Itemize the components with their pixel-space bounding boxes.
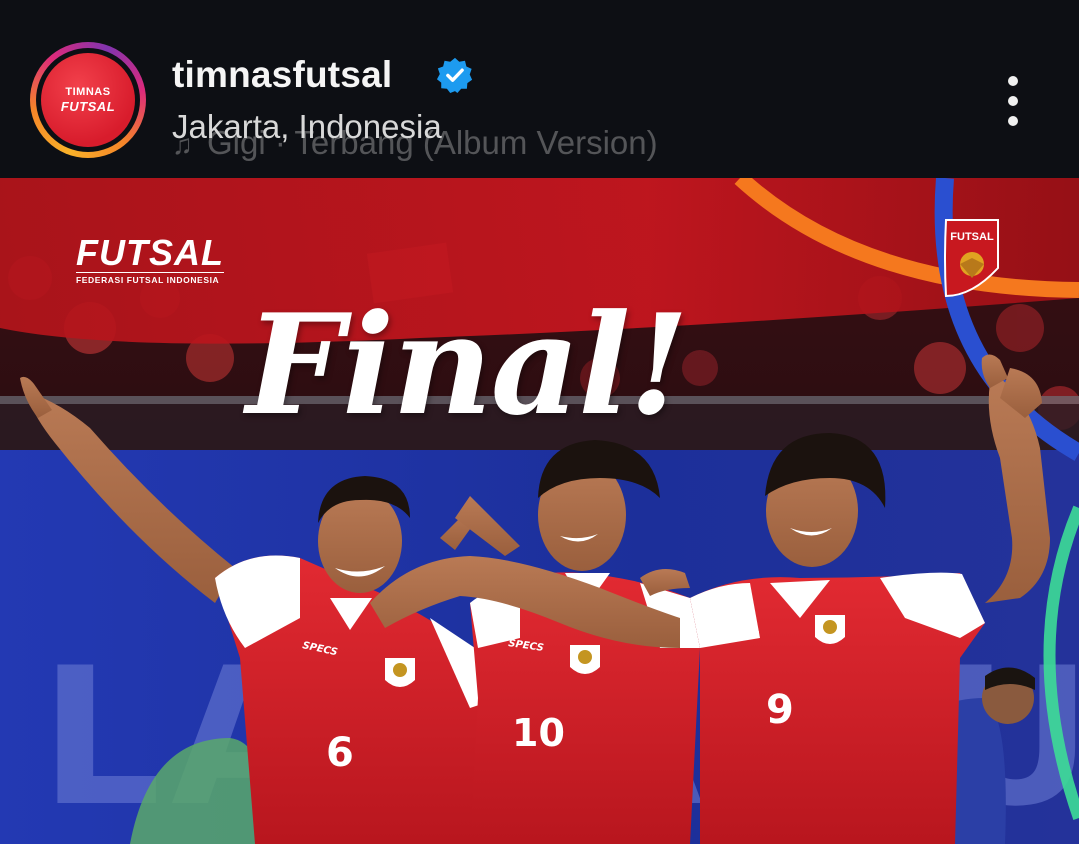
player-6-number: 6 <box>326 730 354 776</box>
avatar-logo: TIMNAS FUTSAL <box>41 53 135 147</box>
avatar-logo-line1: TIMNAS <box>65 86 111 98</box>
verified-badge-icon <box>436 57 473 94</box>
player-10-number: 10 <box>512 711 565 755</box>
username-link[interactable]: timnasfutsal <box>172 54 392 96</box>
player-9-number: 9 <box>766 687 794 733</box>
more-vertical-icon <box>1008 76 1018 86</box>
federation-logo: FUTSAL FEDERASI FUTSAL INDONESIA <box>76 232 224 285</box>
avatar-logo-line2: FUTSAL <box>60 99 116 114</box>
profile-avatar[interactable]: TIMNAS FUTSAL <box>30 42 146 158</box>
instagram-post-screen: TIMNAS FUTSAL timnasfutsal ♫ Gigi · Terba… <box>0 0 1079 844</box>
location-link[interactable]: Jakarta, Indonesia <box>172 108 442 146</box>
post-image[interactable]: LASIA CUP FUTSAL <box>0 178 1079 844</box>
federation-logo-title: FUTSAL <box>76 232 224 273</box>
post-header: TIMNAS FUTSAL timnasfutsal ♫ Gigi · Terba… <box>0 0 1079 178</box>
final-headline: Final! <box>246 283 689 446</box>
more-options-button[interactable] <box>1000 74 1026 128</box>
svg-text:FUTSAL: FUTSAL <box>950 231 994 243</box>
player-9-sponsor: SPECS <box>724 630 760 641</box>
